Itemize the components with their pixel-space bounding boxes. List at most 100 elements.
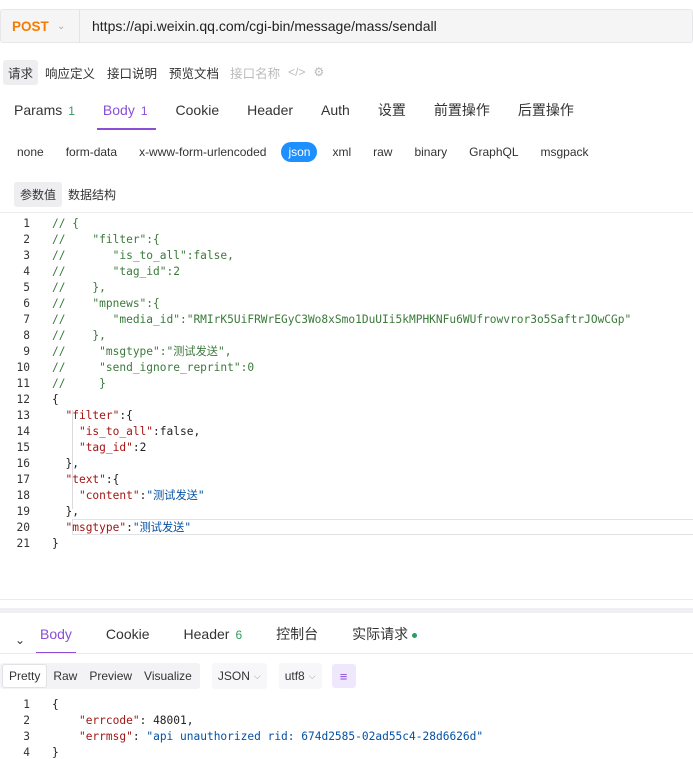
code-text: },: [52, 457, 79, 470]
chevron-down-icon[interactable]: ⌄: [57, 21, 79, 32]
code-line: 6 // "mpnews":{: [0, 296, 693, 312]
method-select[interactable]: POST: [1, 19, 57, 34]
body-type-xml[interactable]: xml: [325, 142, 358, 162]
collapse-chevron-icon[interactable]: ⌄: [0, 633, 40, 647]
tab-api-description[interactable]: 接口说明: [102, 60, 162, 85]
tab-pre-actions[interactable]: 前置操作: [434, 100, 490, 132]
body-type-form-data[interactable]: form-data: [59, 142, 124, 162]
code-line: 7 // "media_id":"RMIrK5UiFRWrEGyC3Wo8xSmo…: [0, 312, 693, 328]
line-number: 4: [23, 265, 30, 278]
code-line: 2 "errcode": 48001,: [0, 713, 693, 729]
code-text: "text":{: [65, 473, 120, 486]
body-type-binary[interactable]: binary: [407, 142, 454, 162]
tab-actual-request[interactable]: 实际请求: [352, 624, 418, 656]
request-body-editor[interactable]: 1 // {2 // "filter":{3 // "is_to_all":false…: [0, 212, 693, 600]
select-value: utf8: [284, 669, 305, 683]
tab-preview-doc[interactable]: 预览文档: [164, 60, 224, 85]
settings-icon[interactable]: ⚙: [313, 65, 324, 79]
code-text: },: [52, 505, 79, 518]
code-text: // "media_id":"RMIrK5UiFRWrEGyC3Wo8xSmo1…: [52, 313, 632, 326]
code-line: 1{: [0, 697, 693, 713]
line-number: 20: [16, 521, 30, 534]
code-text: "errmsg": "api unauthorized rid: 674d258…: [78, 730, 484, 743]
format-preview[interactable]: Preview: [83, 665, 138, 687]
doc-tabs: 请求 响应定义 接口说明 预览文档 接口名称 </> ⚙: [3, 59, 324, 85]
code-text: // "msgtype":"测试发送",: [52, 345, 232, 358]
code-text: // "is_to_all":false,: [52, 249, 234, 262]
api-name-input[interactable]: 接口名称: [230, 63, 280, 82]
code-line: 17 "text":{: [0, 472, 693, 488]
encoding-select[interactable]: utf8 ⌵: [278, 663, 322, 689]
body-type-urlencoded[interactable]: x-www-form-urlencoded: [132, 142, 273, 162]
line-number: 21: [16, 537, 30, 550]
tab-label: 前置操作: [433, 102, 490, 118]
request-tabs: Params 1 Body 1 Cookie Header Auth 设置 前置操作…: [14, 100, 602, 132]
code-text: // {: [52, 217, 79, 230]
line-number: 6: [23, 297, 30, 310]
tab-response-definition[interactable]: 响应定义: [40, 60, 100, 85]
code-line: 13 "filter":{: [0, 408, 693, 424]
chevron-down-icon: ⌵: [253, 670, 261, 681]
code-line: 16 },: [0, 456, 693, 472]
body-type-none[interactable]: none: [10, 142, 51, 162]
chevron-down-icon: ⌵: [308, 670, 316, 681]
code-line: 19 },: [0, 504, 693, 520]
code-line: 8 // },: [0, 328, 693, 344]
body-type-msgpack[interactable]: msgpack: [534, 142, 596, 162]
line-number: 1: [23, 698, 30, 711]
line-number: 15: [16, 441, 30, 454]
body-type-raw[interactable]: raw: [366, 142, 399, 162]
tab-response-cookie[interactable]: Cookie: [106, 626, 150, 654]
tab-response-header[interactable]: Header 6: [184, 626, 243, 654]
url-input[interactable]: https://api.weixin.qq.com/cgi-bin/messag…: [92, 18, 437, 34]
tab-label: 控制台: [276, 626, 319, 642]
code-line: 15 "tag_id":2: [0, 440, 693, 456]
format-visualize[interactable]: Visualize: [138, 665, 198, 687]
tab-header[interactable]: Header: [247, 102, 293, 130]
code-icon[interactable]: </>: [288, 65, 305, 79]
response-format-select[interactable]: JSON ⌵: [211, 663, 267, 689]
code-text: "msgtype":"测试发送": [65, 521, 192, 534]
tab-data-structure[interactable]: 数据结构: [62, 182, 122, 207]
tab-cookie[interactable]: Cookie: [176, 102, 220, 130]
code-line: 12 {: [0, 392, 693, 408]
code-line: 10 // "send_ignore_reprint":0: [0, 360, 693, 376]
code-text: "content":"测试发送": [78, 489, 205, 502]
tab-body[interactable]: Body 1: [96, 102, 156, 130]
format-raw[interactable]: Raw: [47, 665, 83, 687]
body-type-json[interactable]: json: [281, 142, 318, 162]
tab-response-body[interactable]: Body: [36, 626, 76, 654]
code-line: 4 // "tag_id":2: [0, 264, 693, 280]
word-wrap-icon[interactable]: ≡: [331, 664, 356, 688]
format-pretty[interactable]: Pretty: [2, 664, 48, 688]
code-text: // },: [52, 281, 106, 294]
code-line: 20 "msgtype":"测试发送": [0, 520, 693, 536]
tab-settings[interactable]: 设置: [378, 100, 406, 132]
tab-params[interactable]: Params 1: [14, 102, 75, 130]
line-number: 13: [16, 409, 30, 422]
code-text: "errcode": 48001,: [78, 714, 194, 727]
tab-console[interactable]: 控制台: [276, 624, 318, 656]
tab-post-actions[interactable]: 后置操作: [518, 100, 574, 132]
tab-auth[interactable]: Auth: [321, 102, 350, 130]
code-text: // "filter":{: [52, 233, 160, 246]
count-badge: 6: [235, 628, 243, 642]
format-tabs: Pretty Raw Preview Visualize: [0, 663, 200, 689]
divider: [79, 9, 80, 43]
response-format-bar: Pretty Raw Preview Visualize JSON ⌵ utf8 ⌵…: [0, 663, 356, 689]
tab-request[interactable]: 请求: [3, 59, 39, 85]
tab-label: 后置操作: [517, 102, 574, 118]
code-text: }: [52, 537, 59, 550]
panel-splitter[interactable]: [0, 608, 693, 613]
code-line: 21}: [0, 536, 693, 552]
code-line: 11 // }: [0, 376, 693, 392]
url-bar: POST ⌄ https://api.weixin.qq.com/cgi-bin…: [0, 9, 693, 43]
line-number: 3: [23, 249, 30, 262]
divider: [0, 653, 693, 654]
body-type-graphql[interactable]: GraphQL: [462, 142, 525, 162]
code-line: 5 // },: [0, 280, 693, 296]
response-tabs: ⌄ Body Cookie Header 6 控制台 实际请求: [0, 624, 451, 656]
line-number: 2: [23, 233, 30, 246]
tab-param-values[interactable]: 参数值: [14, 181, 63, 207]
line-number: 18: [16, 489, 30, 502]
